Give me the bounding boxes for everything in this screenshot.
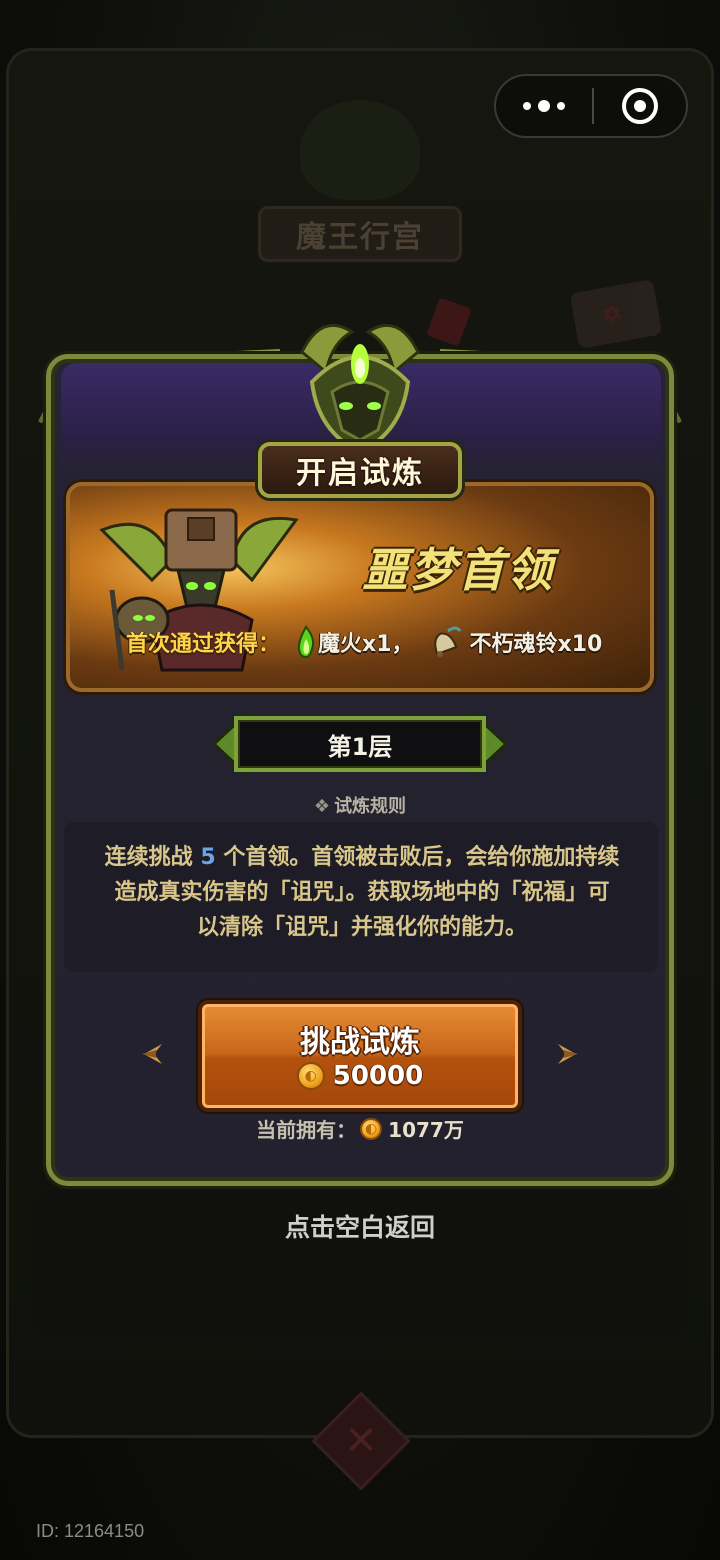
rules-title: 试炼规则 xyxy=(334,796,407,817)
demon-skull-emblem-icon xyxy=(300,323,420,455)
rules-text: 连续挑战 5 个首领。首领被击败后，会给你施加持续 造成真实伤害的「诅咒」。获取… xyxy=(92,840,632,945)
gold-coin-icon xyxy=(360,1117,383,1140)
more-menu-button[interactable] xyxy=(496,76,592,136)
floor-label-box: 第1层 xyxy=(234,716,486,772)
owned-value: 1077万 xyxy=(388,1118,464,1142)
dialog-title-plate: 开启试炼 xyxy=(258,442,462,498)
boss-banner: 噩梦首领 首次通过获得： 魔火x1， 不朽魂铃x10 xyxy=(66,482,654,692)
reward-item-demon-fire: 魔火x1， xyxy=(318,632,414,657)
reward-label: 首次通过获得： xyxy=(126,632,281,657)
challenge-button-label: 挑战试炼 xyxy=(300,1025,420,1060)
rules-line2: 造成真实伤害的「诅咒」。获取场地中的「祝福」可 xyxy=(114,880,610,905)
gold-coin-icon xyxy=(296,1062,325,1090)
rules-box: 连续挑战 5 个首领。首领被击败后，会给你施加持续 造成真实伤害的「诅咒」。获取… xyxy=(64,822,658,972)
target-circle-icon xyxy=(622,88,658,124)
trial-dialog: 噩梦首领 首次通过获得： 魔火x1， 不朽魂铃x10 开启试炼 第1层 ❖ 试炼… xyxy=(30,292,690,1192)
diamond-icon: ❖ xyxy=(313,796,331,817)
boss-count: 5 xyxy=(200,845,216,870)
challenge-cost: 50000 xyxy=(205,1061,515,1091)
floor-indicator: 第1层 xyxy=(210,708,510,780)
reward-item-immortal-bell: 不朽魂铃x10 xyxy=(469,632,603,657)
left-wing-arrow-icon xyxy=(142,1044,162,1064)
first-clear-rewards: 首次通过获得： 魔火x1， 不朽魂铃x10 xyxy=(126,624,602,660)
miniprogram-capsule xyxy=(494,74,688,138)
rules-line1-post: 个首领。首领被击败后，会给你施加持续 xyxy=(215,845,620,870)
background-skull-emblem xyxy=(300,100,420,200)
owned-label: 当前拥有： xyxy=(256,1118,357,1142)
right-wing-arrow-icon xyxy=(558,1044,578,1064)
green-flame-icon xyxy=(297,625,315,659)
owned-currency: 当前拥有： 1077万 xyxy=(30,1114,690,1143)
floor-label: 第1层 xyxy=(327,732,393,761)
challenge-trial-button[interactable]: 挑战试炼 50000 xyxy=(202,1004,518,1108)
dialog-title: 开启试炼 xyxy=(296,456,424,491)
close-miniprogram-button[interactable] xyxy=(594,76,686,136)
rules-line3: 以清除「诅咒」并强化你的能力。 xyxy=(196,915,527,940)
tap-blank-to-return[interactable]: 点击空白返回 xyxy=(0,1208,720,1244)
rules-line1-pre: 连续挑战 xyxy=(104,845,201,870)
background-title: 魔王行宫 xyxy=(258,206,462,262)
challenge-cost-value: 50000 xyxy=(332,1061,424,1091)
boss-name: 噩梦首领 xyxy=(362,543,554,597)
user-id: ID: 12164150 xyxy=(36,1521,145,1541)
bell-icon xyxy=(433,626,461,657)
rules-heading: ❖ 试炼规则 xyxy=(30,792,690,818)
